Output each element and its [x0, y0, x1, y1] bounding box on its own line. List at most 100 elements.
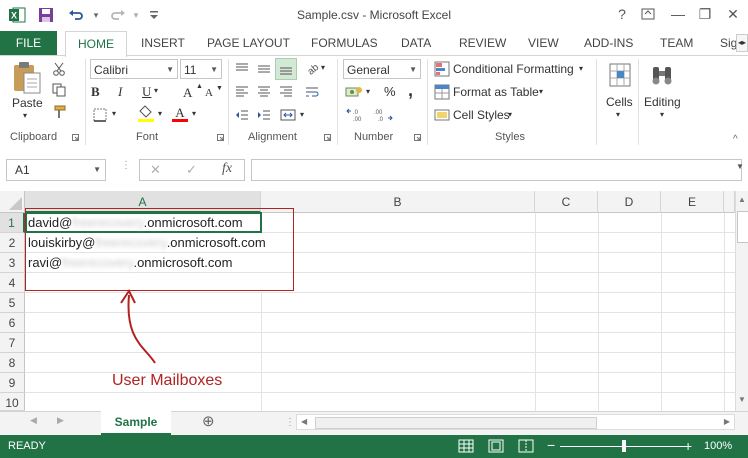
tab-review[interactable]: REVIEW [459, 31, 506, 55]
scroll-thumb[interactable] [315, 417, 597, 429]
accounting-format-icon[interactable] [344, 83, 364, 101]
restore-button[interactable]: ❐ [692, 4, 718, 24]
format-painter-icon[interactable] [50, 103, 68, 121]
font-launcher-icon[interactable] [216, 133, 224, 141]
tab-scroll-icon[interactable]: ◂▸ [736, 34, 748, 52]
zoom-level[interactable]: 100% [704, 435, 732, 458]
borders-icon[interactable] [90, 106, 110, 124]
bold-button[interactable]: B [91, 84, 100, 100]
customize-quick-access-icon[interactable] [144, 5, 164, 25]
name-box[interactable]: A1 ▼ [6, 159, 106, 181]
row-header[interactable]: 6 [0, 313, 25, 333]
redo-dropdown-icon[interactable]: ▾ [126, 5, 146, 25]
new-sheet-button[interactable]: ⊕ [202, 412, 215, 430]
formula-bar-grip-icon[interactable]: ⋮ [121, 161, 131, 177]
undo-dropdown-icon[interactable]: ▾ [86, 5, 106, 25]
scroll-right-icon[interactable]: ▶ [724, 417, 730, 426]
tab-splitter-icon[interactable]: ⋮ [285, 417, 295, 428]
increase-decimal-icon[interactable]: .0.00 [345, 105, 369, 125]
number-launcher-icon[interactable] [413, 133, 421, 141]
column-header-e[interactable]: E [661, 191, 724, 213]
editing-dropdown-icon[interactable]: ▾ [660, 110, 664, 119]
align-right-icon[interactable] [276, 82, 296, 102]
row-header[interactable]: 1 [0, 213, 25, 233]
tab-team[interactable]: TEAM [660, 31, 693, 55]
font-name-combo[interactable]: Calibri ▼ [90, 59, 178, 79]
underline-button[interactable]: U [142, 84, 151, 100]
normal-view-icon[interactable] [458, 439, 474, 453]
tab-file[interactable]: FILE [0, 31, 57, 55]
insert-function-button[interactable]: fx [222, 161, 232, 177]
zoom-out-button[interactable]: − [547, 434, 555, 457]
align-bottom-icon[interactable] [275, 58, 297, 80]
enter-entry-button[interactable]: ✓ [186, 162, 197, 178]
help-button[interactable]: ? [609, 4, 635, 24]
orientation-icon[interactable]: ab [302, 59, 322, 79]
increase-indent-icon[interactable] [254, 105, 274, 125]
prev-sheet-icon[interactable]: ◀ [30, 415, 37, 426]
cancel-entry-button[interactable]: ✕ [150, 162, 161, 178]
paste-button[interactable]: Paste [12, 96, 43, 110]
font-color-icon[interactable]: A [170, 103, 190, 123]
accounting-dropdown-icon[interactable]: ▾ [366, 87, 370, 96]
align-left-icon[interactable] [232, 82, 252, 102]
formula-input[interactable] [251, 159, 742, 181]
ribbon-display-options-icon[interactable] [635, 4, 661, 24]
sheet-tab-sample[interactable]: Sample [101, 411, 171, 436]
decrease-decimal-icon[interactable]: .00.0 [372, 105, 396, 125]
undo-icon[interactable] [66, 5, 86, 25]
cell-styles-dropdown-icon[interactable]: ▾ [508, 110, 512, 119]
tab-sign-in[interactable]: Sig [720, 31, 736, 55]
alignment-launcher-icon[interactable] [323, 133, 331, 141]
increase-font-button[interactable]: A [183, 85, 192, 101]
conditional-formatting-icon[interactable] [433, 60, 451, 78]
underline-dropdown-icon[interactable]: ▾ [154, 86, 158, 95]
tab-home[interactable]: HOME [65, 31, 127, 57]
merge-center-icon[interactable] [278, 105, 298, 125]
row-header[interactable]: 4 [0, 273, 25, 293]
save-icon[interactable] [36, 5, 56, 25]
cells-button[interactable]: Cells [606, 95, 633, 109]
decrease-font-button[interactable]: A [205, 87, 213, 99]
next-sheet-icon[interactable]: ▶ [57, 415, 64, 426]
collapse-ribbon-icon[interactable]: ^ [733, 134, 738, 145]
tab-formulas[interactable]: FORMULAS [311, 31, 378, 55]
row-header[interactable]: 3 [0, 253, 25, 273]
zoom-in-button[interactable]: + [684, 435, 692, 458]
tab-page-layout[interactable]: PAGE LAYOUT [207, 31, 290, 55]
fill-color-icon[interactable] [136, 103, 156, 123]
number-format-combo[interactable]: General ▼ [343, 59, 421, 79]
row-header[interactable]: 5 [0, 293, 25, 313]
editing-button[interactable]: Editing [644, 95, 681, 109]
vertical-scrollbar[interactable]: ▲ ▼ [735, 191, 748, 411]
column-header-b[interactable]: B [261, 191, 535, 213]
conditional-formatting-button[interactable]: Conditional Formatting [453, 62, 574, 76]
minimize-button[interactable]: — [665, 4, 691, 24]
font-size-combo[interactable]: 11 ▼ [180, 59, 222, 79]
chevron-down-icon[interactable]: ▼ [93, 160, 101, 180]
tab-view[interactable]: VIEW [528, 31, 559, 55]
fill-color-dropdown-icon[interactable]: ▾ [158, 109, 162, 118]
orientation-dropdown-icon[interactable]: ▾ [321, 63, 325, 72]
merge-dropdown-icon[interactable]: ▾ [300, 110, 304, 119]
tab-data[interactable]: DATA [401, 31, 431, 55]
font-color-dropdown-icon[interactable]: ▾ [192, 109, 196, 118]
cells-icon[interactable] [606, 60, 634, 90]
expand-formula-bar-icon[interactable]: ▼ [736, 162, 744, 171]
scroll-thumb[interactable] [737, 211, 748, 243]
select-all-button[interactable] [0, 191, 25, 213]
scroll-left-icon[interactable]: ◀ [301, 417, 307, 426]
format-as-table-icon[interactable] [433, 83, 451, 101]
scroll-down-icon[interactable]: ▼ [738, 395, 746, 404]
tab-insert[interactable]: INSERT [141, 31, 185, 55]
align-center-icon[interactable] [254, 82, 274, 102]
tab-add-ins[interactable]: ADD-INS [584, 31, 633, 55]
row-header[interactable]: 7 [0, 333, 25, 353]
close-button[interactable]: ✕ [720, 4, 746, 24]
decrease-indent-icon[interactable] [232, 105, 252, 125]
paste-dropdown-icon[interactable]: ▾ [23, 111, 27, 120]
page-break-view-icon[interactable] [518, 439, 534, 453]
comma-button[interactable]: , [408, 80, 413, 101]
page-layout-view-icon[interactable] [488, 439, 504, 453]
format-table-dropdown-icon[interactable]: ▾ [539, 87, 543, 96]
